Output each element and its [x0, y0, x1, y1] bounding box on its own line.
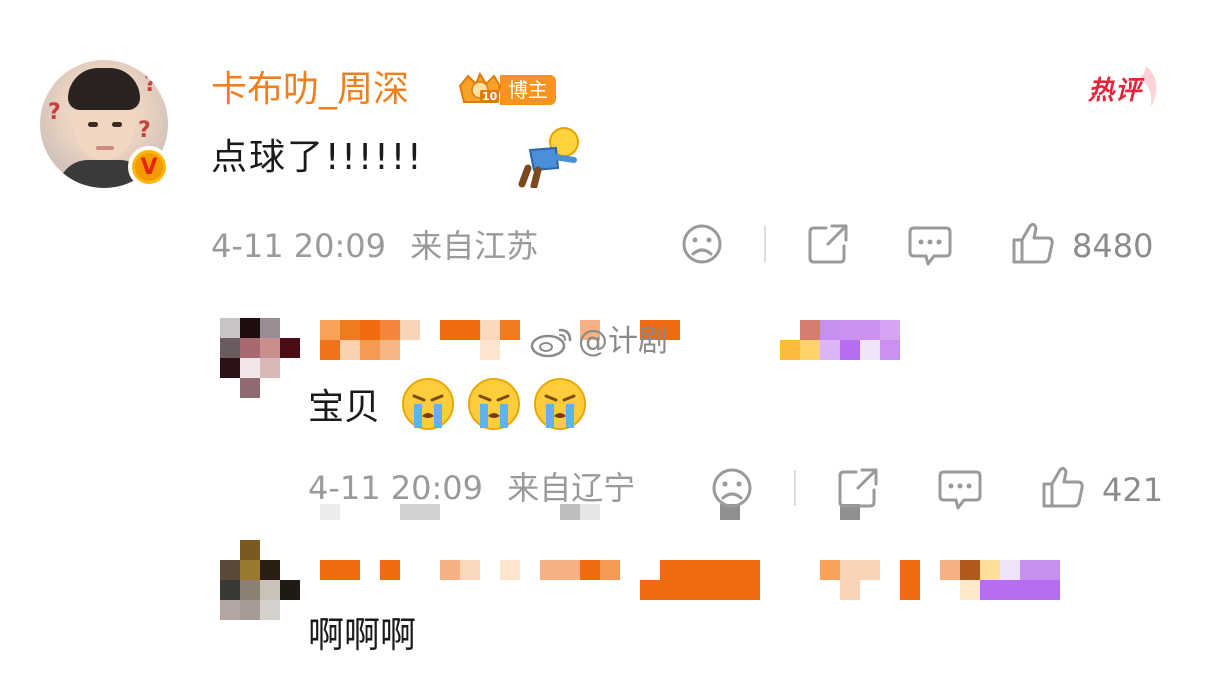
username[interactable]: 卡布叻_周深	[211, 68, 409, 112]
comment-thread: ? ? ? V 卡布叻_周深 10 博主 热评 点球了!!!!!! 4-11 2…	[0, 0, 1206, 681]
comment-text: 点球了!!!!!!	[211, 137, 424, 178]
comment-text: 宝贝	[308, 387, 381, 428]
pixel-noise	[320, 504, 860, 520]
share-icon[interactable]	[806, 222, 850, 270]
comment-text: 啊啊啊	[308, 615, 417, 656]
timestamp: 4-11 20:09 来自辽宁	[308, 468, 635, 508]
like-count: 421	[1102, 471, 1164, 509]
hot-badge-label: 热评	[1088, 76, 1143, 106]
timestamp-value: 4-11 20:09	[308, 469, 484, 507]
rank-label: 博主	[500, 75, 556, 105]
watermark: @计剧	[530, 322, 668, 362]
rank-level: 10	[480, 90, 500, 103]
reply-icon[interactable]	[938, 466, 982, 514]
reply-icon[interactable]	[908, 222, 952, 270]
rank-badge: 10 博主	[456, 71, 556, 108]
reply-username-pixelated[interactable]	[320, 560, 1060, 600]
weibo-logo-icon	[530, 328, 572, 358]
divider	[794, 470, 796, 506]
rank-crown-icon: 10	[456, 71, 504, 108]
timestamp-value: 4-11 20:09	[211, 227, 387, 265]
like-icon[interactable]	[1010, 220, 1056, 270]
avatar[interactable]	[220, 540, 300, 620]
like-icon[interactable]	[1040, 464, 1086, 514]
dislike-face-icon[interactable]	[680, 222, 724, 270]
watermark-text: @计剧	[578, 324, 668, 359]
avatar[interactable]	[220, 318, 300, 398]
location: 来自辽宁	[507, 469, 636, 507]
divider	[764, 226, 766, 262]
timestamp: 4-11 20:09 来自江苏	[211, 226, 538, 266]
location: 来自江苏	[410, 227, 539, 265]
crying-emoji	[466, 376, 522, 432]
verified-v-icon: V	[128, 146, 170, 188]
share-icon[interactable]	[836, 466, 880, 514]
crying-emoji	[532, 376, 588, 432]
crying-emoji	[400, 376, 456, 432]
dislike-face-icon[interactable]	[710, 466, 754, 514]
hot-comment-icon: 热评	[1086, 62, 1164, 112]
doll-emoji	[518, 126, 584, 190]
like-count: 8480	[1072, 227, 1154, 265]
